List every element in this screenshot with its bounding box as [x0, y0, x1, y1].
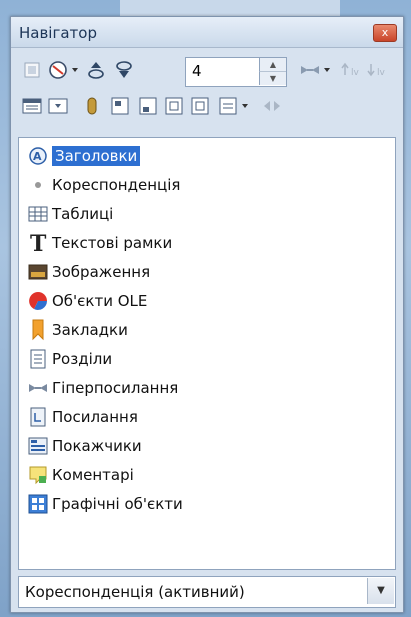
previous-icon [88, 62, 104, 79]
navigator-window: Навігатор x ▲ ▼ lv [10, 16, 404, 613]
text-frame-icon: T [27, 232, 49, 254]
tree-item-label: Розділи [52, 350, 113, 368]
tree-item-tables[interactable]: Таблиці [27, 200, 113, 228]
tree-item-label: Закладки [52, 321, 128, 339]
chevron-down-icon: ▼ [377, 585, 385, 596]
anchor-icon [165, 97, 183, 115]
demote-level-icon: lv [367, 64, 386, 78]
chapter-dropdown[interactable] [239, 95, 251, 117]
tree-item-drawing-objects[interactable]: Графічні об'єкти [27, 490, 183, 518]
header-icon [111, 97, 129, 115]
image-icon [27, 261, 49, 283]
svg-text:lv: lv [351, 68, 360, 78]
close-button[interactable]: x [373, 24, 397, 42]
reminder-icon [87, 97, 97, 115]
navigator-toolbar-top: ▲ ▼ lv lv [17, 55, 397, 87]
tree-item-label: Заголовки [52, 146, 141, 166]
tree-item-references[interactable]: Посилання [27, 403, 138, 431]
tree-item-text-frames[interactable]: T Текстові рамки [27, 229, 172, 257]
chevron-down-icon [72, 68, 78, 72]
table-icon [27, 203, 49, 225]
toggle-button[interactable] [21, 59, 43, 81]
heading-levels-button[interactable] [261, 95, 283, 117]
tree-item-label: Покажчики [52, 437, 142, 455]
next-button[interactable] [113, 59, 135, 81]
navigation-icon [49, 61, 67, 79]
tree-item-label: Коментарі [52, 466, 134, 484]
next-icon [116, 61, 132, 78]
drag-mode-dropdown[interactable] [321, 59, 333, 81]
chapter-down-icon [219, 97, 237, 115]
svg-text:lv: lv [377, 68, 386, 78]
content-view-icon [48, 98, 68, 114]
promote-level-button[interactable]: lv [341, 59, 363, 81]
content-view-button[interactable] [47, 95, 69, 117]
arrow-up-icon: ▲ [269, 60, 277, 69]
document-select-button[interactable]: ▼ [367, 578, 394, 604]
document-select-value: Кореспонденція (активний) [25, 583, 245, 601]
tree-item-label: Кореспонденція [52, 176, 181, 194]
svg-text:T: T [30, 232, 47, 254]
page-number-input[interactable] [186, 58, 262, 84]
anchor-button[interactable] [163, 95, 185, 117]
tree-item-sections[interactable]: Розділи [27, 345, 112, 373]
bookmark-icon [27, 319, 49, 341]
move-chapter-down-button[interactable] [217, 95, 239, 117]
chapter-up-icon [191, 97, 209, 115]
tree-item-headings[interactable]: A Заголовки [27, 142, 141, 170]
tree-item-indexes[interactable]: Покажчики [27, 432, 142, 460]
spin-down-button[interactable]: ▼ [259, 72, 286, 85]
close-icon: x [381, 26, 389, 39]
list-box-on-off-button[interactable] [21, 95, 43, 117]
reference-icon [27, 406, 49, 428]
page-number-spinner[interactable]: ▲ ▼ [185, 57, 287, 87]
content-view-icon [24, 62, 40, 78]
spin-up-button[interactable]: ▲ [259, 58, 286, 72]
headings-icon: A [27, 145, 49, 167]
document-select[interactable]: Кореспонденція (активний) ▼ [18, 576, 396, 608]
move-chapter-up-button[interactable] [189, 95, 211, 117]
content-tree[interactable]: A Заголовки Кореспонденція Таблиці T Тек… [18, 137, 396, 570]
tree-item-images[interactable]: Зображення [27, 258, 150, 286]
footer-icon [139, 97, 157, 115]
tree-item-ole-objects[interactable]: Об'єкти OLE [27, 287, 147, 315]
section-icon [27, 348, 49, 370]
list-box-icon [22, 98, 42, 114]
tree-item-label: Посилання [52, 408, 138, 426]
chevron-down-icon [242, 104, 248, 108]
drag-mode-icon [301, 66, 319, 74]
tree-item-label: Зображення [52, 263, 151, 281]
previous-button[interactable] [85, 59, 107, 81]
demote-level-button[interactable]: lv [367, 59, 389, 81]
tree-item-fields[interactable]: Кореспонденція [27, 171, 180, 199]
tree-item-label: Таблиці [52, 205, 114, 223]
header-button[interactable] [109, 95, 131, 117]
window-title: Навігатор [19, 24, 97, 42]
tree-item-label: Текстові рамки [52, 234, 173, 252]
ole-object-icon [27, 290, 49, 312]
drag-mode-button[interactable] [299, 59, 321, 81]
tree-item-hyperlinks[interactable]: Гіперпосилання [27, 374, 178, 402]
tree-item-label: Графічні об'єкти [52, 495, 183, 513]
navigator-toolbar-bottom [17, 91, 397, 123]
navigation-dropdown[interactable] [69, 59, 81, 81]
promote-level-icon: lv [341, 62, 360, 78]
index-icon [27, 435, 49, 457]
drawing-object-icon [27, 493, 49, 515]
set-reminder-button[interactable] [81, 95, 103, 117]
tree-item-comments[interactable]: Коментарі [27, 461, 134, 489]
arrow-down-icon: ▼ [269, 74, 277, 83]
bullet-icon [27, 174, 49, 196]
title-bar: Навігатор x [11, 17, 403, 48]
tree-item-bookmarks[interactable]: Закладки [27, 316, 128, 344]
footer-button[interactable] [137, 95, 159, 117]
comment-icon [27, 464, 49, 486]
chevron-down-icon [324, 68, 330, 72]
svg-text:A: A [33, 150, 42, 163]
hyperlink-icon [27, 377, 49, 399]
heading-levels-icon [264, 101, 280, 111]
tree-item-label: Об'єкти OLE [52, 292, 148, 310]
tree-item-label: Гіперпосилання [52, 379, 179, 397]
navigation-button[interactable] [47, 59, 69, 81]
